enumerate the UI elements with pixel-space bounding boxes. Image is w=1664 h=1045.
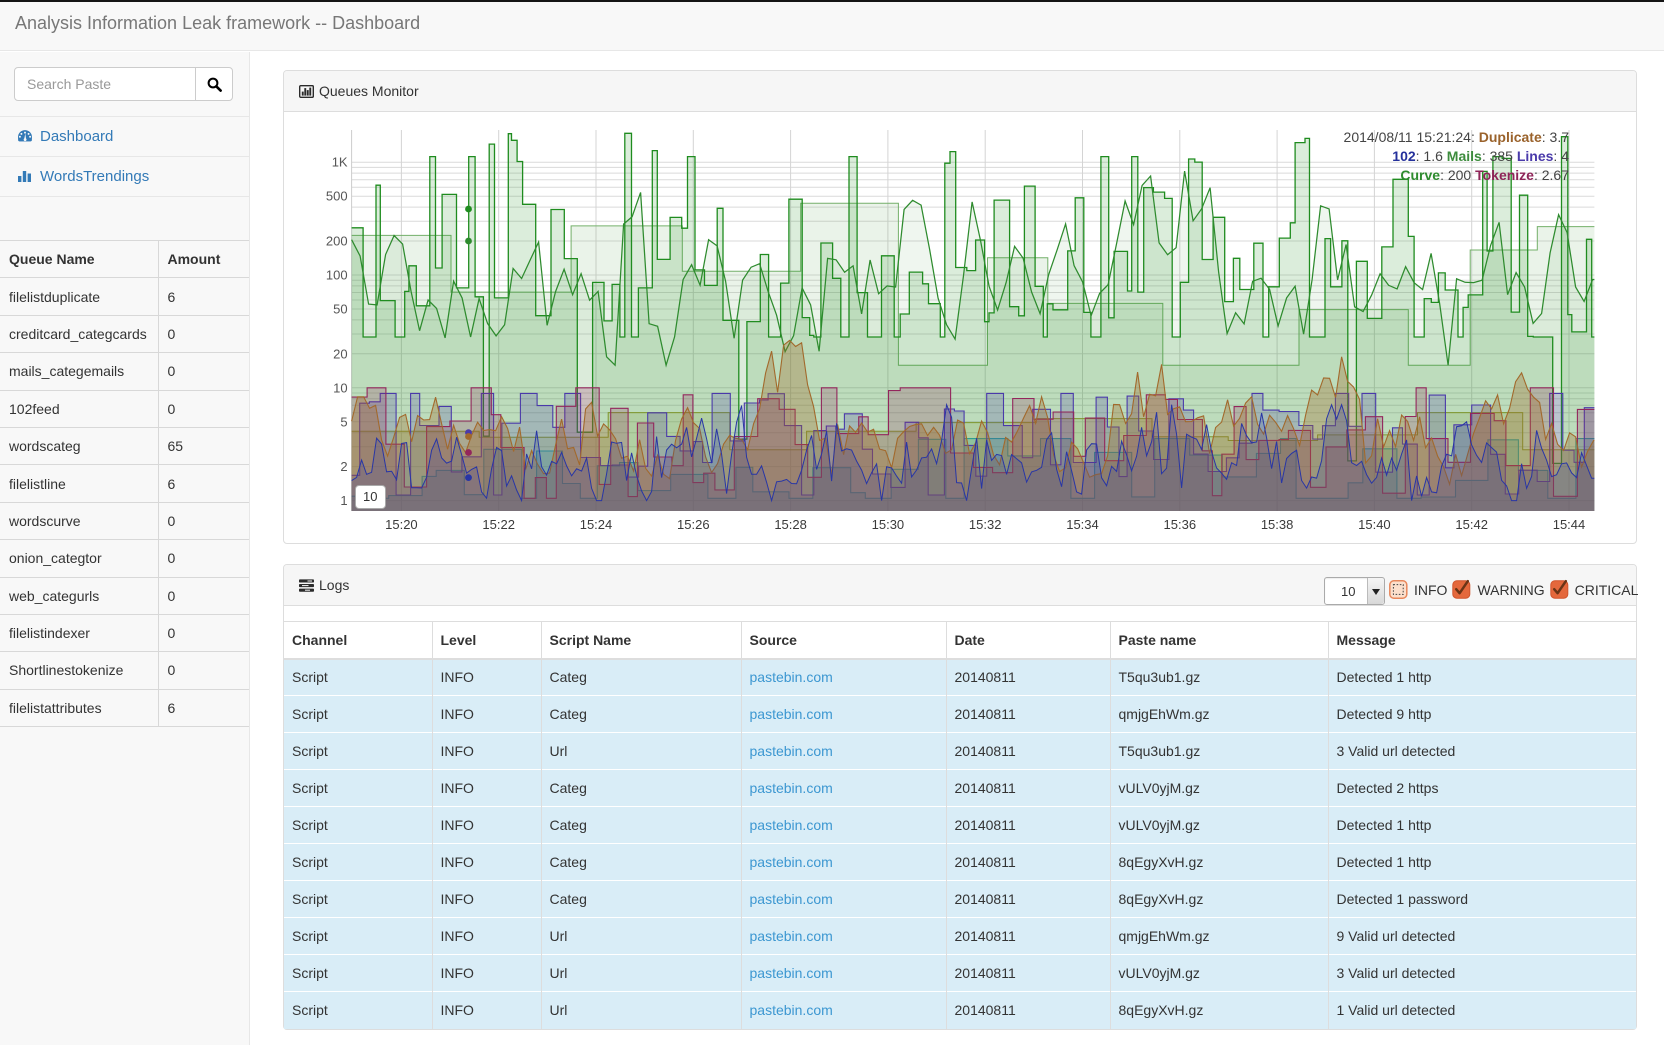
svg-text:15:34: 15:34 bbox=[1066, 517, 1099, 532]
svg-text:15:24: 15:24 bbox=[580, 517, 613, 532]
svg-text:100: 100 bbox=[326, 268, 348, 283]
svg-text:15:40: 15:40 bbox=[1358, 517, 1391, 532]
svg-text:15:42: 15:42 bbox=[1455, 517, 1488, 532]
svg-text:1: 1 bbox=[340, 493, 347, 508]
svg-text:200: 200 bbox=[326, 234, 348, 249]
svg-text:500: 500 bbox=[326, 189, 348, 204]
svg-text:15:20: 15:20 bbox=[385, 517, 418, 532]
svg-text:2: 2 bbox=[340, 459, 347, 474]
svg-text:15:30: 15:30 bbox=[872, 517, 905, 532]
svg-text:15:36: 15:36 bbox=[1164, 517, 1197, 532]
svg-text:15:28: 15:28 bbox=[774, 517, 807, 532]
svg-text:15:38: 15:38 bbox=[1261, 517, 1294, 532]
svg-text:20: 20 bbox=[333, 346, 347, 361]
svg-text:15:32: 15:32 bbox=[969, 517, 1002, 532]
svg-text:15:26: 15:26 bbox=[677, 517, 710, 532]
svg-text:10: 10 bbox=[333, 380, 347, 395]
svg-text:15:44: 15:44 bbox=[1553, 517, 1586, 532]
svg-text:15:22: 15:22 bbox=[482, 517, 515, 532]
svg-text:50: 50 bbox=[333, 302, 347, 317]
svg-text:1K: 1K bbox=[332, 155, 348, 170]
svg-text:5: 5 bbox=[340, 414, 347, 429]
